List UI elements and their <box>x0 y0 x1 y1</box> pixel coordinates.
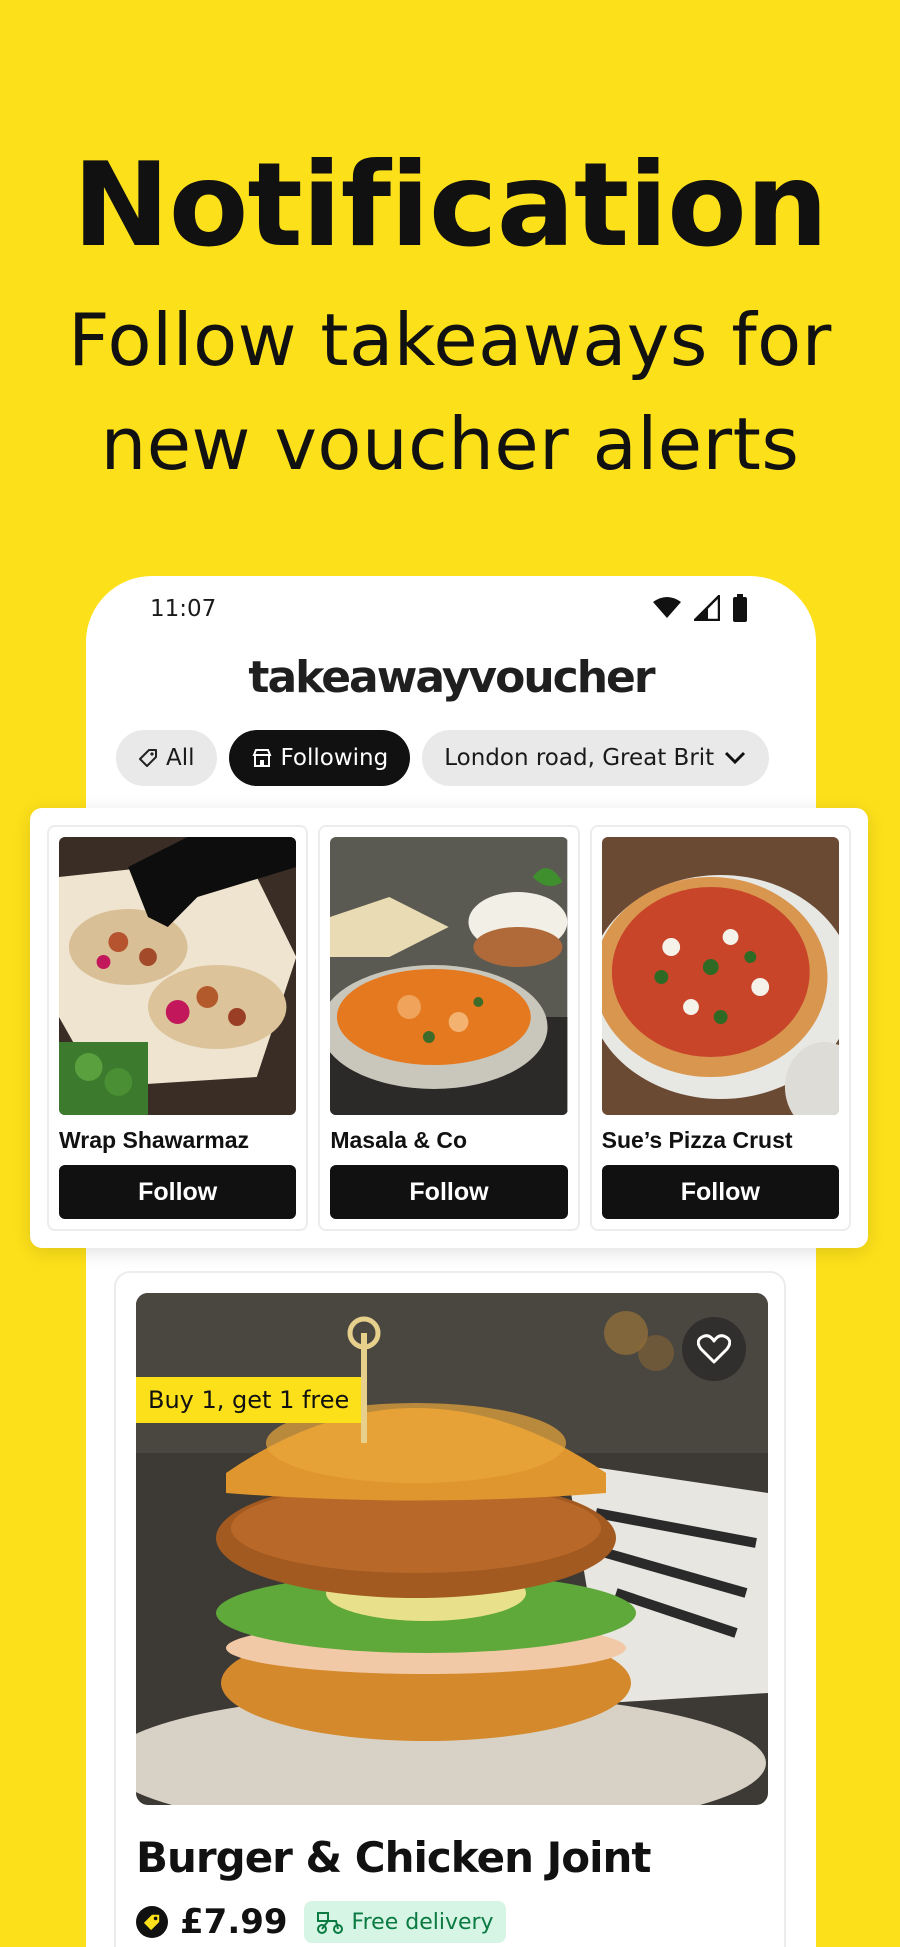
follow-button[interactable]: Follow <box>59 1165 297 1219</box>
chip-following[interactable]: Following <box>228 730 411 786</box>
heart-icon <box>697 1334 731 1364</box>
deal-restaurant-name: Burger & Chicken Joint <box>136 1833 651 1882</box>
hero-subtitle-line1: Follow takeaways for <box>68 298 832 382</box>
store-icon <box>252 749 271 767</box>
status-icons <box>652 594 748 622</box>
chevron-down-icon <box>725 751 746 765</box>
delivery-label: Free delivery <box>351 1909 494 1935</box>
hero-subtitle-line2: new voucher alerts <box>100 402 800 486</box>
tag-icon <box>139 749 157 767</box>
takeaway-name: Sue’s Pizza Crust <box>601 1127 793 1153</box>
chip-all-label: All <box>166 745 195 771</box>
follow-button[interactable]: Follow <box>330 1165 568 1219</box>
filter-chips: All Following London road, Great Brit <box>116 730 770 786</box>
takeaway-photo-curry <box>330 837 568 1115</box>
delivery-badge: Free delivery <box>303 1901 506 1943</box>
deal-photo-burger <box>136 1293 768 1805</box>
deal-meta: £7.99 Free delivery <box>136 1901 506 1943</box>
hero-subtitle: Follow takeaways for new voucher alerts <box>0 288 900 496</box>
wifi-icon <box>653 597 681 618</box>
price-tag-icon <box>136 1906 168 1938</box>
location-label: London road, Great Brit <box>444 745 715 771</box>
app-logo: takeawayvoucher <box>248 652 655 703</box>
battery-icon <box>733 594 747 622</box>
takeaway-card: Wrap Shawarmaz Follow <box>47 825 309 1231</box>
favourite-button[interactable] <box>682 1317 746 1381</box>
delivery-scooter-icon <box>316 1912 343 1934</box>
takeaway-photo-wraps <box>59 837 297 1115</box>
signal-icon <box>694 595 720 621</box>
chip-all[interactable]: All <box>116 730 217 786</box>
offer-badge: Buy 1, get 1 free <box>136 1377 362 1423</box>
deal-card[interactable]: Buy 1, get 1 free Burger & Chicken Joint… <box>114 1271 786 1947</box>
suggested-takeaways-panel: Wrap Shawarmaz Follow Masala & Co Follow <box>30 808 868 1248</box>
takeaway-card: Masala & Co Follow <box>318 825 580 1231</box>
hero-title: Notification <box>72 138 829 273</box>
chip-following-label: Following <box>280 745 389 771</box>
follow-button[interactable]: Follow <box>601 1165 839 1219</box>
takeaway-name: Masala & Co <box>330 1127 468 1153</box>
takeaway-card: Sue’s Pizza Crust Follow <box>589 825 851 1231</box>
deal-price: £7.99 <box>180 1902 288 1942</box>
takeaway-photo-pizza <box>601 837 839 1115</box>
status-time: 11:07 <box>150 596 217 622</box>
takeaway-name: Wrap Shawarmaz <box>59 1127 250 1153</box>
location-selector[interactable]: London road, Great Brit <box>422 730 770 786</box>
